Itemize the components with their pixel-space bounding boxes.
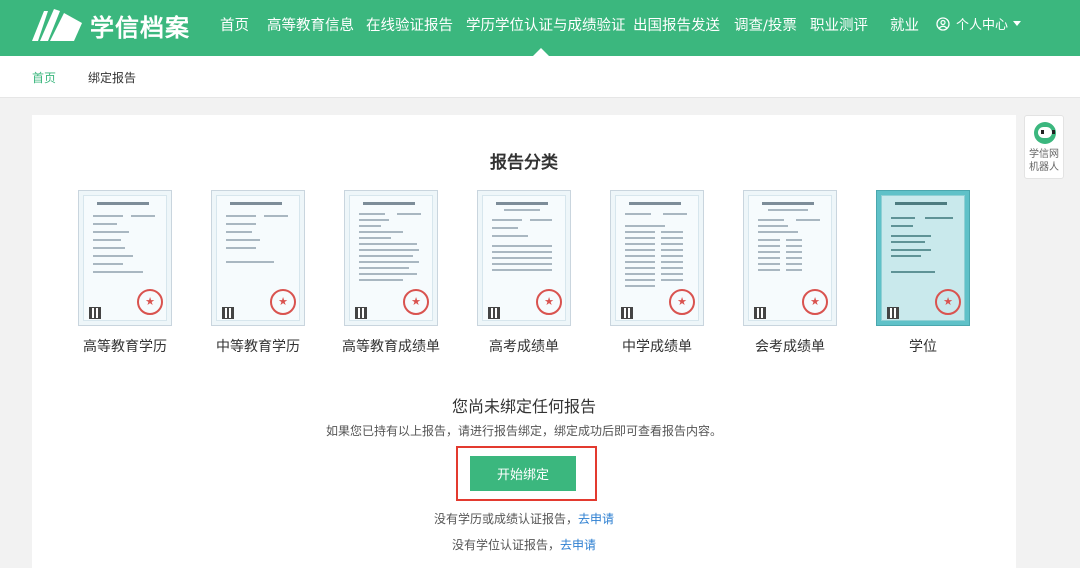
breadcrumb: 首页 绑定报告: [0, 56, 1080, 98]
robot-assistant-button[interactable]: 学信网 机器人: [1024, 115, 1064, 179]
user-center-label: 个人中心: [956, 18, 1009, 33]
certificate-thumbnail: [610, 190, 704, 326]
apply-academic-line: 没有学位认证报告，去申请: [32, 536, 1016, 553]
nav-item-degree-verify[interactable]: 学历学位认证与成绩验证: [466, 14, 626, 35]
certificate-thumbnail: [876, 190, 970, 326]
logo-text: 学信档案: [90, 13, 190, 42]
certificate-thumbnail: [211, 190, 305, 326]
robot-label-line2: 机器人: [1029, 162, 1059, 173]
report-label: 高考成绩单: [489, 339, 559, 355]
bind-hint-text: 如果您已持有以上报告，请进行报告绑定，绑定成功后即可查看报告内容。: [325, 424, 722, 438]
robot-label: 学信网 机器人: [1025, 148, 1063, 174]
chevron-down-icon: [1013, 21, 1022, 26]
nav-item-home[interactable]: 首页: [220, 14, 249, 35]
nav-item-higher-education[interactable]: 高等教育信息: [267, 14, 354, 35]
nav-item-career-test[interactable]: 职业测评: [810, 14, 868, 35]
apply-degree-link[interactable]: 去申请: [578, 512, 614, 526]
user-icon: [936, 16, 950, 31]
section-title: 报告分类: [490, 153, 558, 173]
report-label: 中等教育学历: [216, 339, 300, 355]
breadcrumb-home[interactable]: 首页: [32, 69, 56, 86]
certificate-thumbnail: [477, 190, 571, 326]
no-academic-report-text: 没有学位认证报告，: [451, 538, 560, 552]
nav-item-online-verify[interactable]: 在线验证报告: [366, 14, 453, 35]
site-logo[interactable]: 学信档案: [30, 7, 190, 43]
report-label: 会考成绩单: [755, 339, 825, 355]
report-label: 高等教育学历: [83, 339, 167, 355]
robot-label-line1: 学信网: [1029, 149, 1059, 160]
breadcrumb-current: 绑定报告: [88, 71, 137, 85]
certificate-thumbnail: [78, 190, 172, 326]
no-degree-report-text: 没有学历或成绩认证报告，: [433, 512, 578, 526]
top-navbar: 学信档案 首页 高等教育信息 在线验证报告 学历学位认证与成绩验证 出国报告发送…: [0, 0, 1080, 56]
report-label: 高等教育成绩单: [342, 339, 440, 355]
user-center-dropdown[interactable]: 个人中心: [936, 14, 1022, 33]
report-label: 中学成绩单: [622, 339, 692, 355]
nav-item-send-abroad[interactable]: 出国报告发送: [633, 14, 720, 35]
robot-icon: [1034, 122, 1056, 144]
report-label: 学位: [909, 339, 937, 355]
active-nav-indicator: [533, 48, 549, 56]
apply-academic-link[interactable]: 去申请: [560, 538, 596, 552]
bind-report-card: 报告分类 高等教育学历: [32, 115, 1016, 568]
certificate-thumbnail: [743, 190, 837, 326]
nav-item-survey[interactable]: 调查/投票: [734, 14, 797, 35]
book-logo-icon: [32, 9, 82, 41]
certificate-thumbnail: [344, 190, 438, 326]
nav-item-employment[interactable]: 就业: [890, 14, 919, 35]
empty-state-title: 您尚未绑定任何报告: [451, 397, 596, 416]
apply-degree-line: 没有学历或成绩认证报告，去申请: [32, 510, 1016, 527]
start-binding-button[interactable]: 开始绑定: [470, 456, 576, 491]
